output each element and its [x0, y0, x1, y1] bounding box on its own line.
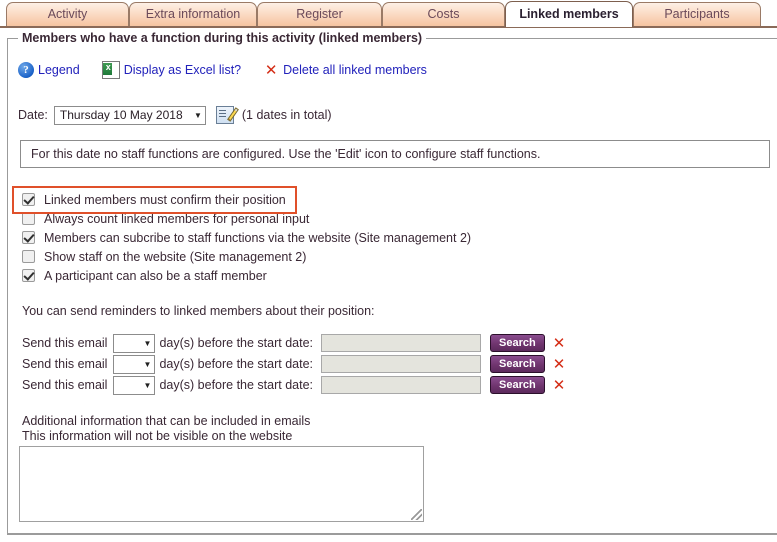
checkbox-show-staff-on-website[interactable] [22, 250, 35, 263]
chevron-down-icon: ▼ [143, 380, 152, 390]
reminder-search-button[interactable]: Search [490, 355, 545, 373]
tab-bar: Activity Extra information Register Cost… [0, 0, 777, 28]
delete-all-linked-members-action[interactable]: ✕ Delete all linked members [263, 62, 427, 78]
additional-info-label-line1: Additional information that can be inclu… [22, 414, 311, 428]
reminder-rows: Send this email ▼ day(s) before the star… [22, 333, 565, 396]
option-row[interactable]: Show staff on the website (Site manageme… [22, 247, 471, 266]
checkbox-subscribe-via-website[interactable] [22, 231, 35, 244]
reminder-suffix-label: day(s) before the start date: [159, 378, 314, 392]
reminder-days-select[interactable]: ▼ [113, 354, 156, 374]
tab-register[interactable]: Register [257, 2, 382, 26]
display-as-excel-action[interactable]: Display as Excel list? [101, 60, 242, 79]
date-label: Date: [18, 108, 48, 122]
reminder-suffix-label: day(s) before the start date: [159, 336, 314, 350]
reminder-prefix-label: Send this email [22, 378, 108, 392]
edit-pencil-icon[interactable] [215, 106, 234, 124]
reminder-email-field[interactable] [321, 355, 482, 373]
info-message-text: For this date no staff functions are con… [31, 147, 541, 161]
resize-handle-icon[interactable] [411, 509, 422, 520]
reminder-delete-icon[interactable]: ✕ [553, 378, 566, 393]
reminder-prefix-label: Send this email [22, 357, 108, 371]
option-label: Members can subcribe to staff functions … [44, 230, 472, 245]
reminder-suffix-label: day(s) before the start date: [159, 357, 314, 371]
additional-info-textarea[interactable] [19, 446, 424, 522]
fieldset-legend-rule [455, 38, 777, 39]
tab-costs[interactable]: Costs [382, 2, 505, 26]
additional-info-label-line2: This information will not be visible on … [22, 429, 293, 443]
red-x-icon: ✕ [264, 61, 278, 79]
linked-members-page: Activity Extra information Register Cost… [0, 0, 777, 542]
reminder-row: Send this email ▼ day(s) before the star… [22, 375, 565, 395]
reminder-email-field[interactable] [321, 376, 482, 394]
reminder-prefix-label: Send this email [22, 336, 108, 350]
reminder-row: Send this email ▼ day(s) before the star… [22, 354, 565, 374]
date-select[interactable]: Thursday 10 May 2018 ▼ [53, 105, 206, 125]
reminder-days-select[interactable]: ▼ [113, 375, 156, 395]
option-row[interactable]: Members can subcribe to staff functions … [22, 228, 471, 247]
highlight-box [12, 186, 297, 214]
reminder-delete-icon[interactable]: ✕ [553, 357, 566, 372]
legend-action-label: Legend [38, 63, 80, 77]
chevron-down-icon: ▼ [143, 338, 152, 348]
legend-action[interactable]: ? Legend [18, 62, 80, 78]
reminder-search-button[interactable]: Search [490, 334, 545, 352]
chevron-down-icon: ▼ [193, 110, 202, 120]
reminder-days-select[interactable]: ▼ [113, 333, 156, 353]
display-as-excel-label: Display as Excel list? [123, 63, 242, 77]
fieldset-legend: Members who have a function during this … [18, 31, 427, 45]
reminder-delete-icon[interactable]: ✕ [553, 336, 566, 351]
delete-all-linked-members-label: Delete all linked members [283, 63, 427, 77]
tab-activity[interactable]: Activity [6, 2, 129, 26]
actions-toolbar: ? Legend Display as Excel list? ✕ Delete… [18, 60, 449, 80]
chevron-down-icon: ▼ [143, 359, 152, 369]
bottom-divider [7, 533, 777, 535]
tab-participants[interactable]: Participants [633, 2, 761, 26]
reminder-search-button[interactable]: Search [490, 376, 545, 394]
help-circle-icon: ? [18, 62, 34, 78]
option-label: Show staff on the website (Site manageme… [44, 249, 307, 264]
excel-list-icon [101, 60, 120, 79]
checkbox-participant-can-be-staff[interactable] [22, 269, 35, 282]
tab-bar-baseline [0, 26, 777, 28]
date-row: Date: Thursday 10 May 2018 ▼ (1 dates in… [18, 105, 332, 125]
info-message-box: For this date no staff functions are con… [20, 140, 770, 168]
dates-total-note: (1 dates in total) [241, 108, 332, 122]
tab-linked-members[interactable]: Linked members [505, 1, 633, 27]
reminders-intro: You can send reminders to linked members… [22, 304, 375, 318]
tab-extra-information[interactable]: Extra information [129, 2, 257, 26]
option-row[interactable]: A participant can also be a staff member [22, 266, 471, 285]
date-select-value: Thursday 10 May 2018 [59, 108, 183, 122]
reminder-row: Send this email ▼ day(s) before the star… [22, 333, 565, 353]
option-label: A participant can also be a staff member [44, 268, 267, 283]
reminder-email-field[interactable] [321, 334, 482, 352]
